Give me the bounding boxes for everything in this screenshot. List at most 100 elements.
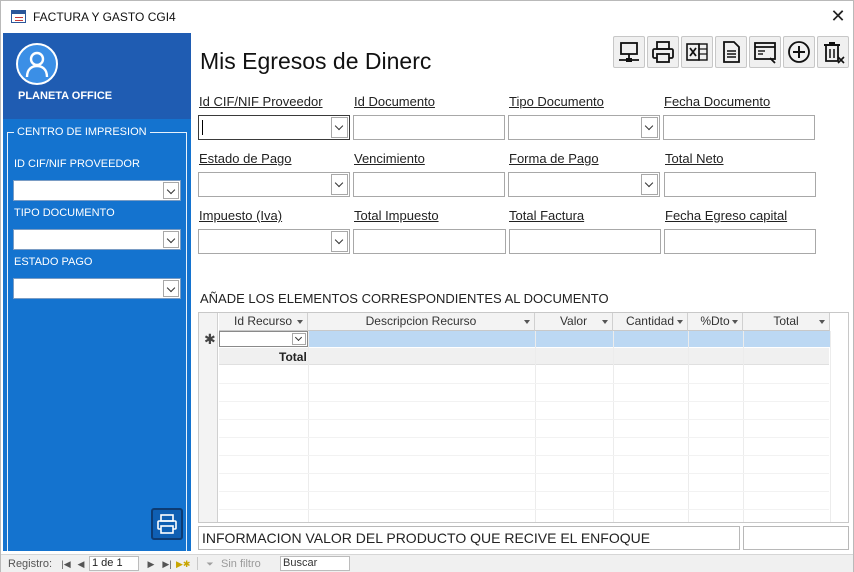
grid-line [219,509,829,510]
column-header-dto[interactable]: %Dto [688,313,743,331]
first-record-button[interactable]: |◀ [59,557,73,571]
sort-arrow-icon[interactable] [819,320,825,324]
print-center-title: CENTRO DE IMPRESION [14,126,150,138]
label-vencimiento: Vencimiento [354,151,425,166]
chevron-down-icon[interactable] [292,333,306,345]
search-input[interactable]: Buscar [280,556,350,571]
grid-line [743,331,744,522]
label-impuesto-iva: Impuesto (Iva) [199,208,283,223]
sidebar-header: PLANETA OFFICE [3,33,191,119]
column-header-descripcion[interactable]: Descripcion Recurso [308,313,535,331]
input-fecha-egreso[interactable] [664,229,816,254]
print-icon [652,41,674,63]
combo-forma-pago[interactable] [508,172,660,197]
print-button[interactable] [647,36,679,68]
grid-line [219,383,829,384]
input-fecha-documento[interactable] [663,115,815,140]
grid-line [219,491,829,492]
previous-record-button[interactable]: ◀ [74,557,88,571]
combo-id-proveedor[interactable] [198,115,350,140]
user-avatar-icon [16,43,58,85]
new-row-id-recurso-combo[interactable] [219,331,308,347]
combo-impuesto-iva[interactable] [198,229,350,254]
filter-combo-estado-pago[interactable] [13,278,181,299]
label-fecha-documento: Fecha Documento [664,94,771,109]
filter-combo-tipo-documento[interactable] [13,229,181,250]
grid-line [219,473,829,474]
input-total-factura[interactable] [509,229,661,254]
column-header-id-recurso[interactable]: Id Recurso [219,313,308,331]
sort-arrow-icon[interactable] [677,320,683,324]
column-header-cantidad[interactable]: Cantidad [613,313,688,331]
print-report-button[interactable] [151,508,183,540]
sort-arrow-icon[interactable] [732,320,738,324]
new-record-button[interactable]: ▶✱ [176,557,190,571]
filter-combo-proveedor[interactable] [13,180,181,201]
delete-record-button[interactable] [817,36,849,68]
text-caret [202,120,203,135]
label-id-proveedor: Id CIF/NIF Proveedor [199,94,323,109]
filter-icon[interactable]: ⏷ [203,557,217,571]
label-fecha-egreso: Fecha Egreso capital [665,208,788,223]
next-record-button[interactable]: ▶ [144,557,158,571]
product-info-text: INFORMACION VALOR DEL PRODUCTO QUE RECIV… [198,526,740,550]
add-circle-icon [788,41,810,63]
record-position-input[interactable]: 1 de 1 [89,556,139,571]
totals-label: Total [279,350,307,364]
chevron-down-icon[interactable] [331,174,348,195]
input-total-neto[interactable] [664,172,816,197]
grid-line [219,419,829,420]
application-window: FACTURA Y GASTO CGI4 ✕ PLANETA OFFICE CE… [0,0,854,572]
details-datasheet[interactable]: Id Recurso Descripcion Recurso Valor Can… [198,312,849,523]
chevron-down-icon[interactable] [331,117,348,138]
network-button[interactable] [613,36,645,68]
chevron-down-icon[interactable] [641,174,658,195]
sort-arrow-icon[interactable] [524,320,530,324]
column-header-valor[interactable]: Valor [535,313,613,331]
excel-icon [686,43,708,61]
close-icon[interactable]: ✕ [827,5,849,27]
input-id-documento[interactable] [353,115,505,140]
chevron-down-icon[interactable] [163,182,179,199]
last-record-button[interactable]: ▶| [160,557,174,571]
grid-line [830,331,831,522]
input-total-impuesto[interactable] [353,229,506,254]
grid-line [688,331,689,522]
grid-line [219,437,829,438]
new-record-marker: ✱ [204,331,216,347]
window-search-icon [754,42,776,64]
grid-line [308,331,309,522]
chevron-down-icon[interactable] [163,280,179,297]
chevron-down-icon[interactable] [641,117,658,138]
label-id-documento: Id Documento [354,94,435,109]
label-forma-pago: Forma de Pago [509,151,599,166]
export-excel-button[interactable] [681,36,713,68]
add-record-button[interactable] [783,36,815,68]
column-header-total[interactable]: Total [743,313,830,331]
chevron-down-icon[interactable] [331,231,348,252]
new-record-row[interactable] [219,331,830,347]
product-info-value[interactable] [743,526,849,550]
record-label: Registro: [8,558,53,570]
form-view-button[interactable] [749,36,781,68]
sort-arrow-icon[interactable] [297,320,303,324]
combo-estado-pago[interactable] [198,172,350,197]
grid-line [219,455,829,456]
label-total-impuesto: Total Impuesto [354,208,439,223]
network-icon [619,42,639,62]
sort-arrow-icon[interactable] [602,320,608,324]
print-icon [157,514,177,534]
form-app-icon [11,10,26,23]
filter-label-tipo-documento: TIPO DOCUMENTO [14,207,115,219]
input-vencimiento[interactable] [353,172,505,197]
chevron-down-icon[interactable] [163,231,179,248]
grid-line [535,331,536,522]
record-navigation-bar: Registro: |◀ ◀ 1 de 1 ▶ ▶| ▶✱ ⏷ Sin filt… [1,554,853,572]
grid-line [613,331,614,522]
combo-tipo-documento[interactable] [508,115,660,140]
filter-status[interactable]: Sin filtro [221,558,261,570]
brand-name: PLANETA OFFICE [18,90,113,102]
filter-label-proveedor: ID CIF/NIF PROVEEDOR [14,158,140,170]
filter-label-estado-pago: ESTADO PAGO [14,256,93,268]
document-button[interactable] [715,36,747,68]
